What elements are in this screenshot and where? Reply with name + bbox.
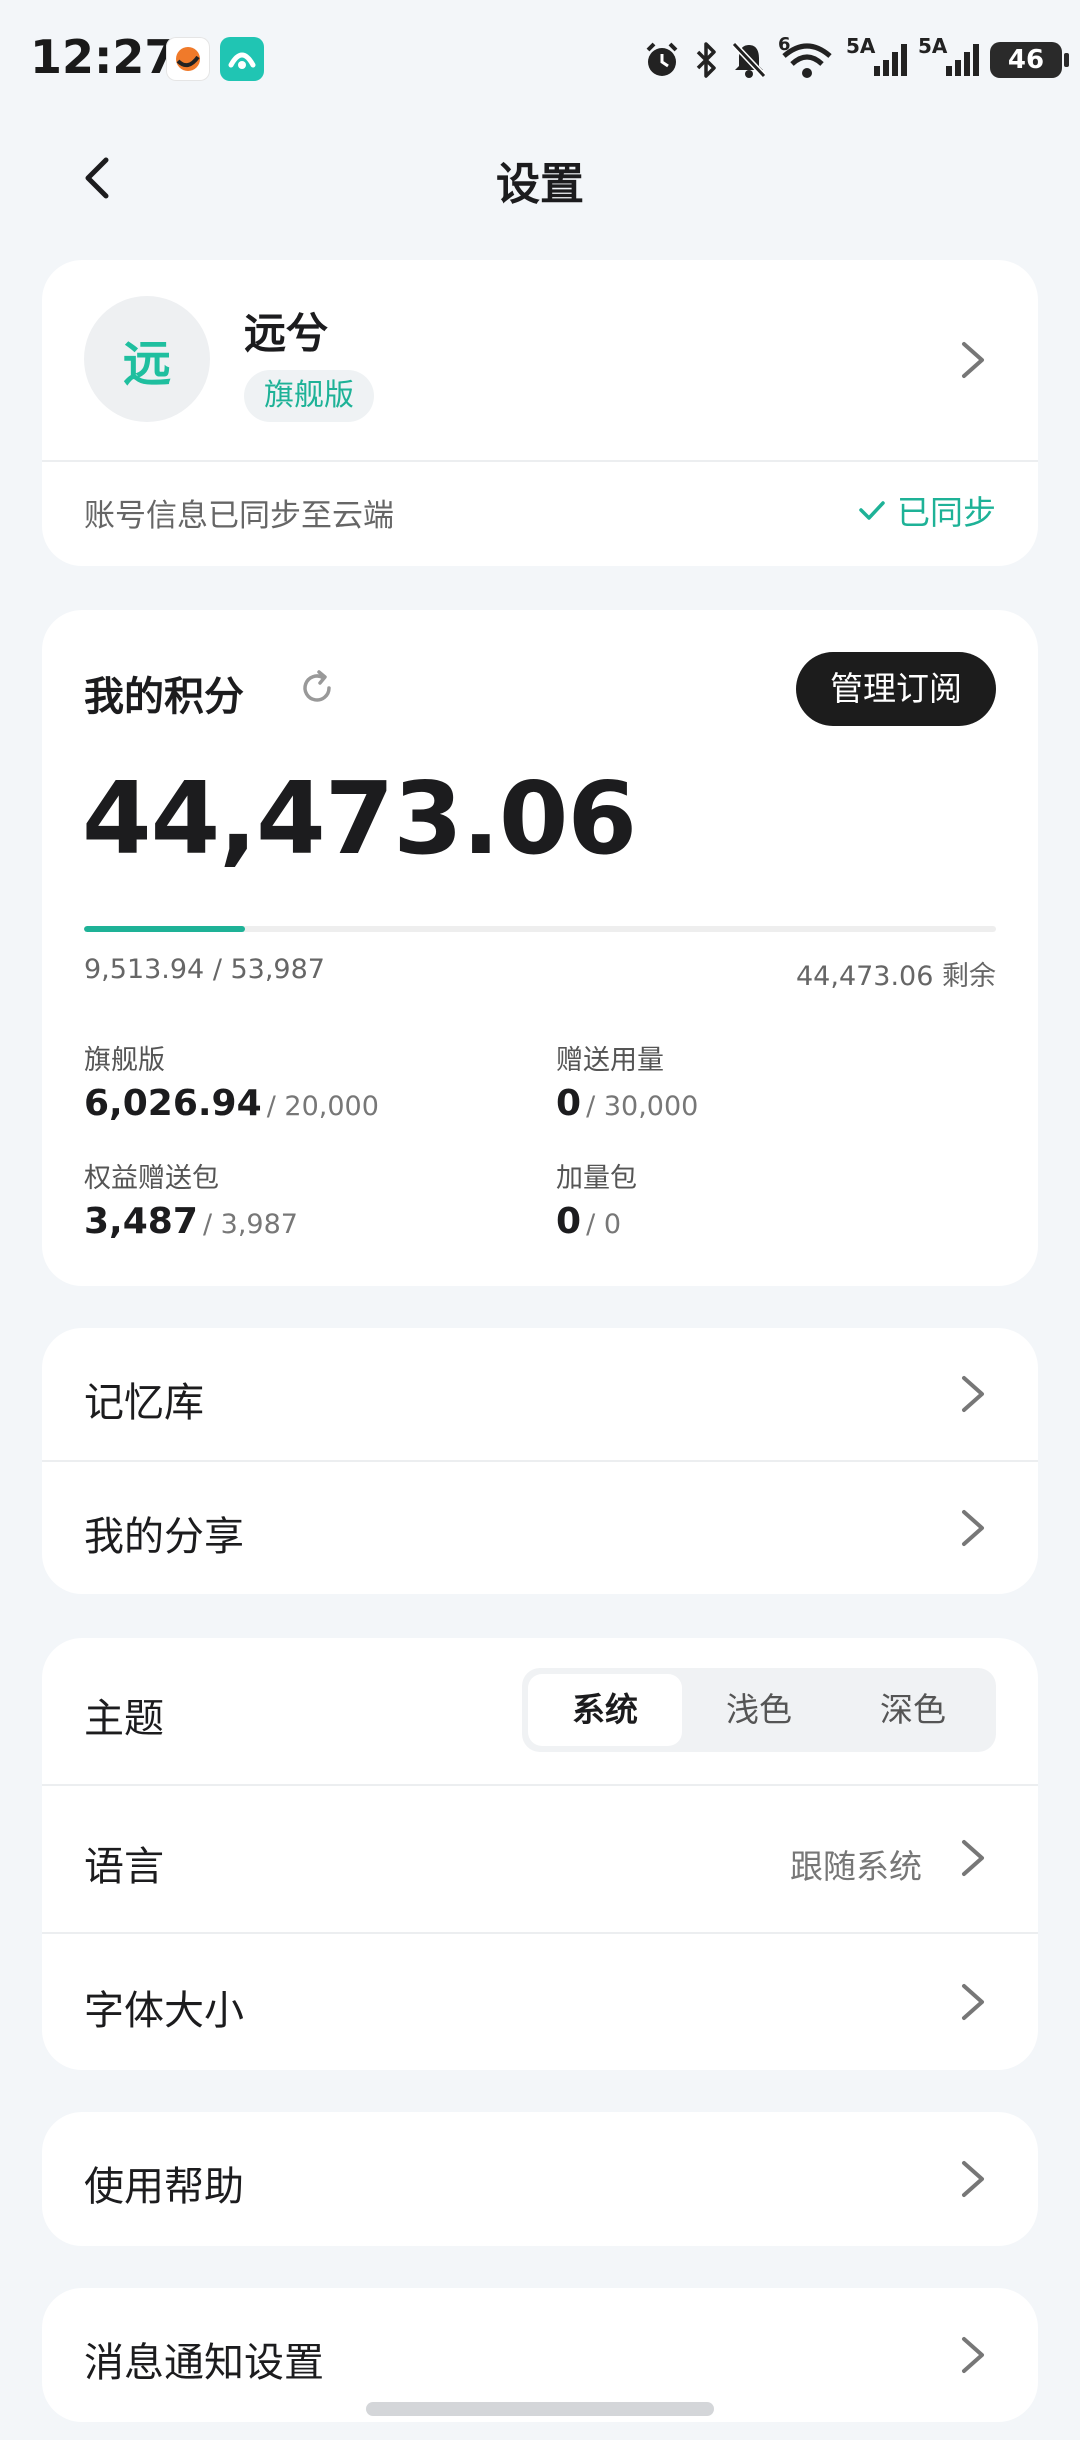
- menu-item-label: 语言: [84, 1844, 164, 1890]
- menu-item-theme: 主题 系统 浅色 深色: [42, 1638, 1038, 1784]
- sync-message: 账号信息已同步至云端: [84, 498, 394, 534]
- signal-icon-1: 5A: [846, 34, 908, 80]
- menu-item-label: 消息通知设置: [84, 2340, 324, 2386]
- profile-card: 远 远兮 旗舰版 账号信息已同步至云端 已同步: [42, 260, 1038, 566]
- signal-icon-2: 5A: [918, 34, 980, 80]
- mute-bell-icon: [731, 41, 767, 79]
- profile-row[interactable]: 远 远兮 旗舰版: [42, 260, 1038, 460]
- battery-level: 46: [1007, 45, 1045, 75]
- divider: [42, 460, 1038, 462]
- sync-status: 已同步: [857, 486, 996, 534]
- status-time: 12:27: [30, 30, 177, 84]
- network-label-1: 5A: [846, 34, 876, 58]
- network-label-2: 5A: [918, 34, 948, 58]
- wifi-label: 6: [778, 34, 791, 55]
- stat-flagship: 旗舰版 6,026.94 / 20,000: [84, 1038, 504, 1124]
- menu-item-memory[interactable]: 记忆库: [42, 1328, 1038, 1460]
- status-bar: 12:27 6 5A 5A 46: [0, 0, 1080, 118]
- stat-total: / 3,987: [202, 1209, 298, 1240]
- bluetooth-icon: [696, 42, 716, 78]
- stat-total: / 30,000: [586, 1091, 699, 1122]
- stat-gift-usage: 赠送用量 0 / 30,000: [556, 1038, 976, 1124]
- wifi-icon: 6: [778, 34, 836, 80]
- chevron-right-icon: [962, 342, 984, 378]
- stat-label: 权益赠送包: [84, 1163, 219, 1194]
- stat-benefit-pack: 权益赠送包 3,487 / 3,987: [84, 1156, 504, 1242]
- avatar: 远: [84, 296, 210, 422]
- menu-item-label: 字体大小: [84, 1988, 244, 2034]
- plan-badge: 旗舰版: [244, 370, 374, 422]
- points-card: 我的积分 管理订阅 44,473.06 9,513.94 / 53,987 44…: [42, 610, 1038, 1286]
- chevron-right-icon: [962, 2161, 984, 2197]
- chevron-right-icon: [962, 1984, 984, 2020]
- stat-total: / 20,000: [266, 1091, 379, 1122]
- stat-value: 3,487: [84, 1201, 198, 1242]
- chevron-right-icon: [962, 1376, 984, 1412]
- stat-total: / 0: [586, 1209, 622, 1240]
- stat-value: 0: [556, 1201, 582, 1242]
- points-progress-bar: [84, 926, 996, 932]
- points-total: 44,473.06: [82, 760, 637, 877]
- stat-label: 赠送用量: [556, 1045, 664, 1076]
- menu-item-help[interactable]: 使用帮助: [42, 2112, 1038, 2246]
- sync-status-label: 已同步: [897, 493, 996, 532]
- points-usage: 9,513.94 / 53,987: [84, 954, 325, 985]
- menu-item-label: 使用帮助: [84, 2164, 244, 2210]
- battery-icon: 46: [990, 42, 1069, 78]
- chevron-right-icon: [962, 1510, 984, 1546]
- alarm-icon: [646, 42, 678, 76]
- theme-option-light[interactable]: 浅色: [682, 1674, 836, 1746]
- home-indicator[interactable]: [366, 2402, 714, 2416]
- app-notification-icon-2: [220, 37, 264, 81]
- theme-option-system[interactable]: 系统: [528, 1674, 682, 1746]
- app-notification-icon: [166, 37, 210, 81]
- chevron-right-icon: [962, 1840, 984, 1876]
- stat-label: 加量包: [556, 1163, 637, 1194]
- profile-name: 远兮: [244, 309, 329, 358]
- menu-group-3: 使用帮助: [42, 2112, 1038, 2246]
- points-title: 我的积分: [84, 674, 244, 720]
- refresh-icon[interactable]: [295, 666, 339, 710]
- menu-item-label: 主题: [84, 1696, 164, 1742]
- menu-item-language[interactable]: 语言 跟随系统: [42, 1786, 1038, 1932]
- header: 设置: [0, 118, 1080, 238]
- chevron-right-icon: [962, 2337, 984, 2373]
- stat-label: 旗舰版: [84, 1045, 165, 1076]
- page-title: 设置: [496, 159, 584, 210]
- stat-addon-pack: 加量包 0 / 0: [556, 1156, 976, 1242]
- status-icons: 6 5A 5A 46: [642, 34, 1069, 84]
- check-icon: [859, 501, 885, 520]
- menu-item-label: 记忆库: [84, 1380, 204, 1426]
- language-value: 跟随系统: [790, 1847, 922, 1886]
- menu-item-font-size[interactable]: 字体大小: [42, 1934, 1038, 2070]
- menu-item-my-shares[interactable]: 我的分享: [42, 1462, 1038, 1594]
- points-remaining: 44,473.06 剩余: [796, 961, 996, 992]
- menu-group-1: 记忆库 我的分享: [42, 1328, 1038, 1594]
- points-progress-fill: [84, 926, 245, 932]
- theme-segmented-control: 系统 浅色 深色: [522, 1668, 996, 1752]
- menu-group-2: 主题 系统 浅色 深色 语言 跟随系统 字体大小: [42, 1638, 1038, 2070]
- menu-item-label: 我的分享: [84, 1514, 244, 1560]
- stat-value: 6,026.94: [84, 1083, 262, 1124]
- theme-option-dark[interactable]: 深色: [836, 1674, 990, 1746]
- stat-value: 0: [556, 1083, 582, 1124]
- manage-subscription-button[interactable]: 管理订阅: [796, 652, 996, 726]
